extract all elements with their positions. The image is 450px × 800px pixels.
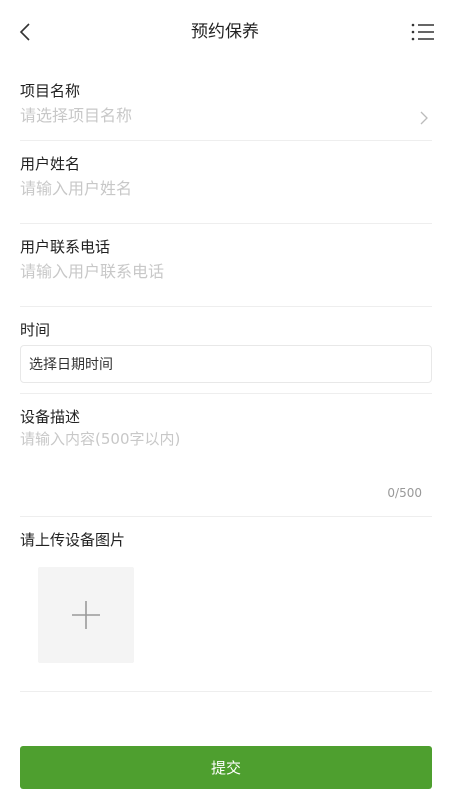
submit-button[interactable]: 提交 bbox=[20, 746, 432, 789]
description-label: 设备描述 bbox=[20, 408, 81, 426]
user-phone-field: 用户联系电话 bbox=[20, 224, 432, 307]
list-menu-icon[interactable] bbox=[410, 20, 436, 44]
user-phone-label: 用户联系电话 bbox=[20, 238, 111, 256]
chevron-right-icon bbox=[418, 110, 430, 126]
description-field: 设备描述 0/500 bbox=[20, 394, 432, 517]
upload-field: 请上传设备图片 bbox=[20, 517, 432, 692]
project-name-field[interactable]: 项目名称 bbox=[20, 78, 432, 141]
datetime-picker-text: 选择日期时间 bbox=[29, 357, 113, 373]
project-name-select[interactable] bbox=[20, 102, 432, 128]
plus-icon bbox=[72, 601, 100, 629]
description-textarea[interactable] bbox=[20, 428, 432, 480]
project-name-label: 项目名称 bbox=[20, 82, 81, 100]
char-counter: 0/500 bbox=[387, 486, 422, 500]
page-title: 预约保养 bbox=[191, 22, 259, 42]
user-name-field: 用户姓名 bbox=[20, 141, 432, 224]
app-page: 预约保养 项目名称 用户姓名 bbox=[0, 0, 450, 800]
user-name-input[interactable] bbox=[20, 175, 432, 201]
user-phone-input[interactable] bbox=[20, 258, 432, 284]
nav-bar: 预约保养 bbox=[0, 0, 450, 64]
upload-label: 请上传设备图片 bbox=[20, 531, 126, 549]
image-upload-button[interactable] bbox=[38, 567, 134, 663]
maintenance-form: 项目名称 用户姓名 用户联系电话 时间 选择日期时间 设备描述 0 bbox=[20, 78, 432, 692]
time-label: 时间 bbox=[20, 321, 51, 339]
time-field: 时间 选择日期时间 bbox=[20, 307, 432, 394]
user-name-label: 用户姓名 bbox=[20, 155, 81, 173]
datetime-picker[interactable]: 选择日期时间 bbox=[20, 345, 432, 383]
